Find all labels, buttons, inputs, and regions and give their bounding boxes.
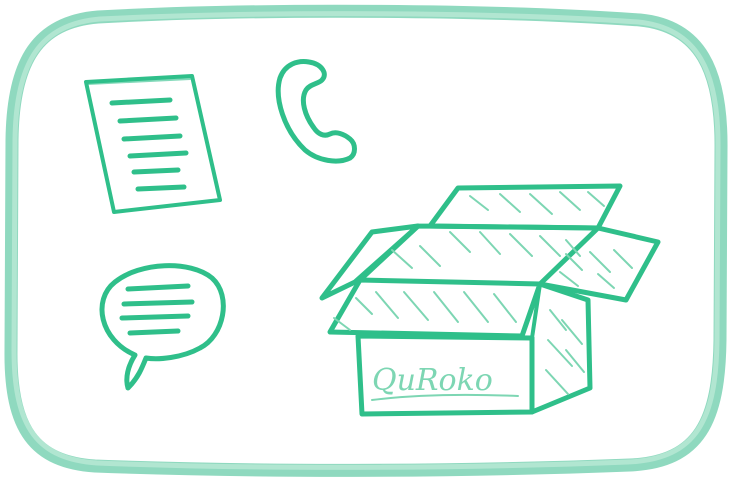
box-icon: QuRoko — [319, 183, 661, 417]
document-icon — [84, 74, 222, 214]
illustration-canvas: QuRoko — [4, 4, 728, 477]
box-front-flap — [327, 277, 543, 339]
chat-bubble-icon — [99, 263, 226, 391]
phone-icon — [275, 59, 357, 164]
box-brand-text: QuRoko — [372, 363, 493, 398]
box-back-flap — [427, 183, 623, 231]
box-side-face — [529, 281, 593, 415]
